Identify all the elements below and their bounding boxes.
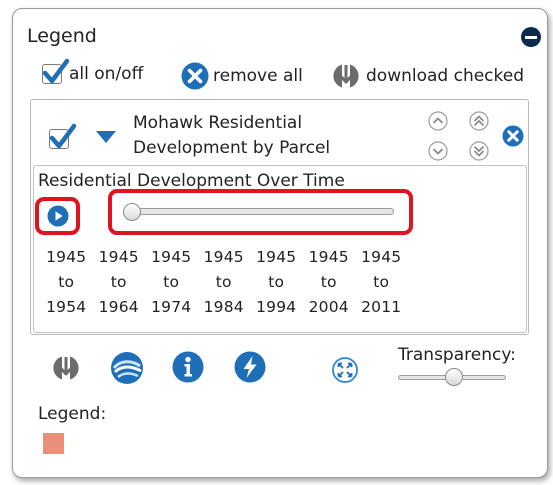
time-period-to: to bbox=[110, 273, 127, 291]
time-period: 1945 to 2011 bbox=[355, 245, 408, 320]
move-down-icon[interactable] bbox=[428, 141, 448, 161]
layer-title: Mohawk Residential Development by Parcel bbox=[133, 111, 330, 161]
zoom-to-layer-icon[interactable] bbox=[110, 351, 144, 385]
remove-all-button[interactable]: remove all bbox=[181, 62, 303, 90]
time-periods: 1945 to 1954 1945 to 1964 1945 to 1974 1945 to 1984… bbox=[40, 245, 410, 325]
time-period-to: to bbox=[373, 273, 390, 291]
time-period-end: 1994 bbox=[256, 298, 297, 316]
time-period-start: 1945 bbox=[203, 248, 244, 266]
checkbox-check-icon[interactable] bbox=[49, 123, 76, 149]
checkbox-check-icon[interactable] bbox=[42, 58, 69, 84]
move-top-icon[interactable] bbox=[469, 111, 489, 131]
time-slider-track[interactable] bbox=[124, 208, 394, 215]
play-icon[interactable] bbox=[47, 205, 69, 227]
time-period-end: 1974 bbox=[151, 298, 192, 316]
time-period-start: 1945 bbox=[308, 248, 349, 266]
download-checked-button[interactable]: download checked bbox=[331, 61, 524, 91]
time-period-to: to bbox=[58, 273, 75, 291]
time-period-to: to bbox=[163, 273, 180, 291]
time-period-to: to bbox=[215, 273, 232, 291]
layer-title-line2: Development by Parcel bbox=[133, 138, 331, 158]
time-period: 1945 to 2004 bbox=[303, 245, 356, 320]
time-period-to: to bbox=[320, 273, 337, 291]
move-bottom-icon[interactable] bbox=[469, 141, 489, 161]
panel-title: Legend bbox=[27, 25, 97, 47]
time-period-start: 1945 bbox=[98, 248, 139, 266]
download-icon bbox=[333, 64, 359, 88]
time-period-end: 1984 bbox=[203, 298, 244, 316]
time-period: 1945 to 1964 bbox=[93, 245, 146, 320]
transparency-slider-handle[interactable] bbox=[444, 368, 463, 386]
remove-layer-icon[interactable] bbox=[502, 125, 524, 147]
remove-circle-icon bbox=[181, 62, 209, 90]
time-period: 1945 to 1994 bbox=[250, 245, 303, 320]
info-icon[interactable] bbox=[172, 351, 204, 383]
move-up-icon[interactable] bbox=[428, 111, 448, 131]
all-on-off-label: all on/off bbox=[69, 64, 144, 84]
expand-arrows-icon[interactable] bbox=[332, 357, 358, 383]
time-period-end: 2011 bbox=[361, 298, 402, 316]
download-icon[interactable] bbox=[51, 353, 81, 383]
time-period-start: 1945 bbox=[151, 248, 192, 266]
lightning-icon[interactable] bbox=[234, 351, 266, 383]
layer-visibility-checkbox[interactable] bbox=[49, 123, 76, 149]
transparency-label: Transparency: bbox=[398, 345, 516, 365]
time-period-end: 1964 bbox=[98, 298, 139, 316]
time-period: 1945 to 1974 bbox=[145, 245, 198, 320]
time-period: 1945 to 1954 bbox=[40, 245, 93, 320]
time-period-to: to bbox=[268, 273, 285, 291]
legend-label: Legend: bbox=[38, 404, 107, 424]
all-on-off-toggle[interactable]: all on/off bbox=[42, 58, 144, 84]
caret-down-icon[interactable] bbox=[95, 130, 117, 144]
time-slider-handle[interactable] bbox=[123, 203, 141, 221]
time-period-start: 1945 bbox=[256, 248, 297, 266]
time-period-end: 2004 bbox=[308, 298, 349, 316]
legend-swatch bbox=[43, 433, 64, 454]
time-period-start: 1945 bbox=[46, 248, 87, 266]
remove-all-label: remove all bbox=[213, 66, 303, 86]
time-period-end: 1954 bbox=[46, 298, 87, 316]
time-period: 1945 to 1984 bbox=[198, 245, 251, 320]
time-period-start: 1945 bbox=[361, 248, 402, 266]
minus-circle-icon[interactable] bbox=[521, 27, 541, 47]
time-slider-title: Residential Development Over Time bbox=[38, 171, 345, 191]
download-checked-label: download checked bbox=[366, 66, 525, 86]
layer-title-line1: Mohawk Residential bbox=[133, 113, 303, 133]
